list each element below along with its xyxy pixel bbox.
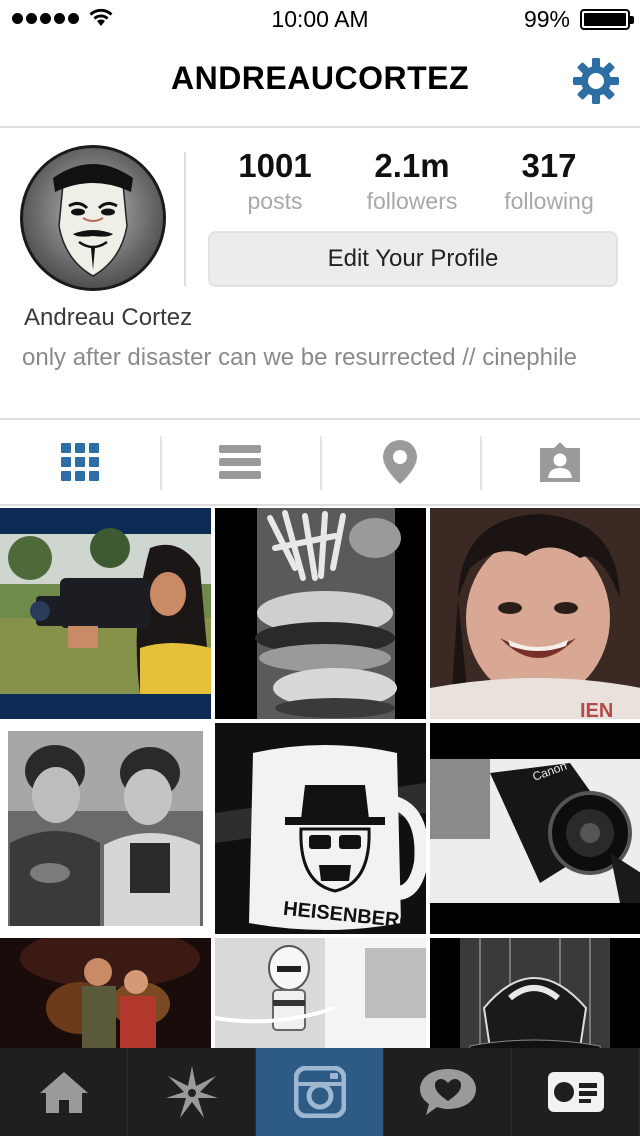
following-label: following bbox=[504, 188, 594, 214]
tab-tagged[interactable] bbox=[480, 420, 640, 504]
bottom-tab-bar bbox=[0, 1048, 640, 1136]
following-count: 317 bbox=[521, 147, 577, 184]
photo-tile[interactable] bbox=[0, 723, 211, 934]
full-name: Andreau Cortez bbox=[24, 304, 193, 331]
gear-icon[interactable] bbox=[572, 57, 620, 105]
photo-tile[interactable] bbox=[0, 508, 211, 719]
grid-icon bbox=[61, 443, 99, 481]
camera-icon bbox=[293, 1066, 346, 1118]
tab-grid[interactable] bbox=[0, 420, 160, 504]
bio-text: only after disaster can we be resurrecte… bbox=[22, 344, 577, 371]
heisenberg-mug-photo: HEISENBERG bbox=[215, 723, 426, 934]
nav-camera[interactable] bbox=[256, 1048, 384, 1136]
profile-card-icon bbox=[547, 1072, 604, 1112]
nav-explore[interactable] bbox=[128, 1048, 256, 1136]
avatar[interactable] bbox=[20, 145, 166, 291]
tagged-photos-icon bbox=[540, 442, 580, 482]
news-heart-icon bbox=[419, 1069, 476, 1115]
tab-list[interactable] bbox=[160, 420, 320, 504]
two-young-men-photo bbox=[0, 723, 211, 934]
tab-map[interactable] bbox=[320, 420, 480, 504]
photo-tile[interactable] bbox=[215, 508, 426, 719]
page-title: ANDREAUCORTEZ bbox=[170, 60, 470, 96]
photo-tile[interactable] bbox=[0, 938, 211, 1048]
photo-tile[interactable]: HEISENBERG bbox=[215, 723, 426, 934]
svg-text:IEN: IEN bbox=[580, 700, 613, 719]
explore-icon bbox=[165, 1066, 218, 1118]
battery-icon bbox=[580, 9, 634, 30]
list-icon bbox=[219, 445, 261, 479]
woman-with-camera-photo bbox=[0, 508, 211, 719]
photo-tile[interactable]: Canon bbox=[430, 723, 640, 934]
posts-label: posts bbox=[247, 188, 303, 214]
following-stat[interactable]: 317 following bbox=[479, 146, 619, 216]
edit-profile-button[interactable]: Edit Your Profile bbox=[208, 231, 618, 287]
smiling-girl-photo: IEN bbox=[430, 508, 640, 719]
status-bar: 10:00 AM 99% bbox=[0, 0, 640, 40]
followers-count: 2.1m bbox=[374, 147, 450, 184]
battery-percentage: 99% bbox=[523, 6, 570, 32]
movie-still-photo bbox=[0, 938, 211, 1048]
photo-tile[interactable] bbox=[215, 938, 426, 1048]
profile-header: ANDREAUCORTEZ bbox=[0, 40, 640, 128]
nav-home[interactable] bbox=[0, 1048, 128, 1136]
photo-grid: IEN HEISENBERG Canon bbox=[0, 508, 640, 1048]
nav-profile[interactable] bbox=[512, 1048, 640, 1136]
guy-fawkes-mask-image bbox=[53, 164, 133, 277]
canon-camera-photo: Canon bbox=[430, 723, 640, 934]
photo-tile[interactable]: IEN bbox=[430, 508, 640, 719]
fries-and-burger-photo bbox=[215, 508, 426, 719]
posts-count: 1001 bbox=[238, 147, 312, 184]
home-icon bbox=[39, 1072, 88, 1113]
posts-stat[interactable]: 1001 posts bbox=[205, 146, 345, 216]
followers-label: followers bbox=[366, 188, 458, 214]
darth-vader-cap-photo bbox=[430, 938, 640, 1048]
profile-view-tabs bbox=[0, 418, 640, 506]
avatar-divider bbox=[184, 152, 186, 286]
photo-tile[interactable] bbox=[430, 938, 640, 1048]
followers-stat[interactable]: 2.1m followers bbox=[342, 146, 482, 216]
stormtrooper-toy-photo bbox=[215, 938, 426, 1048]
nav-news[interactable] bbox=[384, 1048, 512, 1136]
map-pin-icon bbox=[383, 440, 417, 484]
